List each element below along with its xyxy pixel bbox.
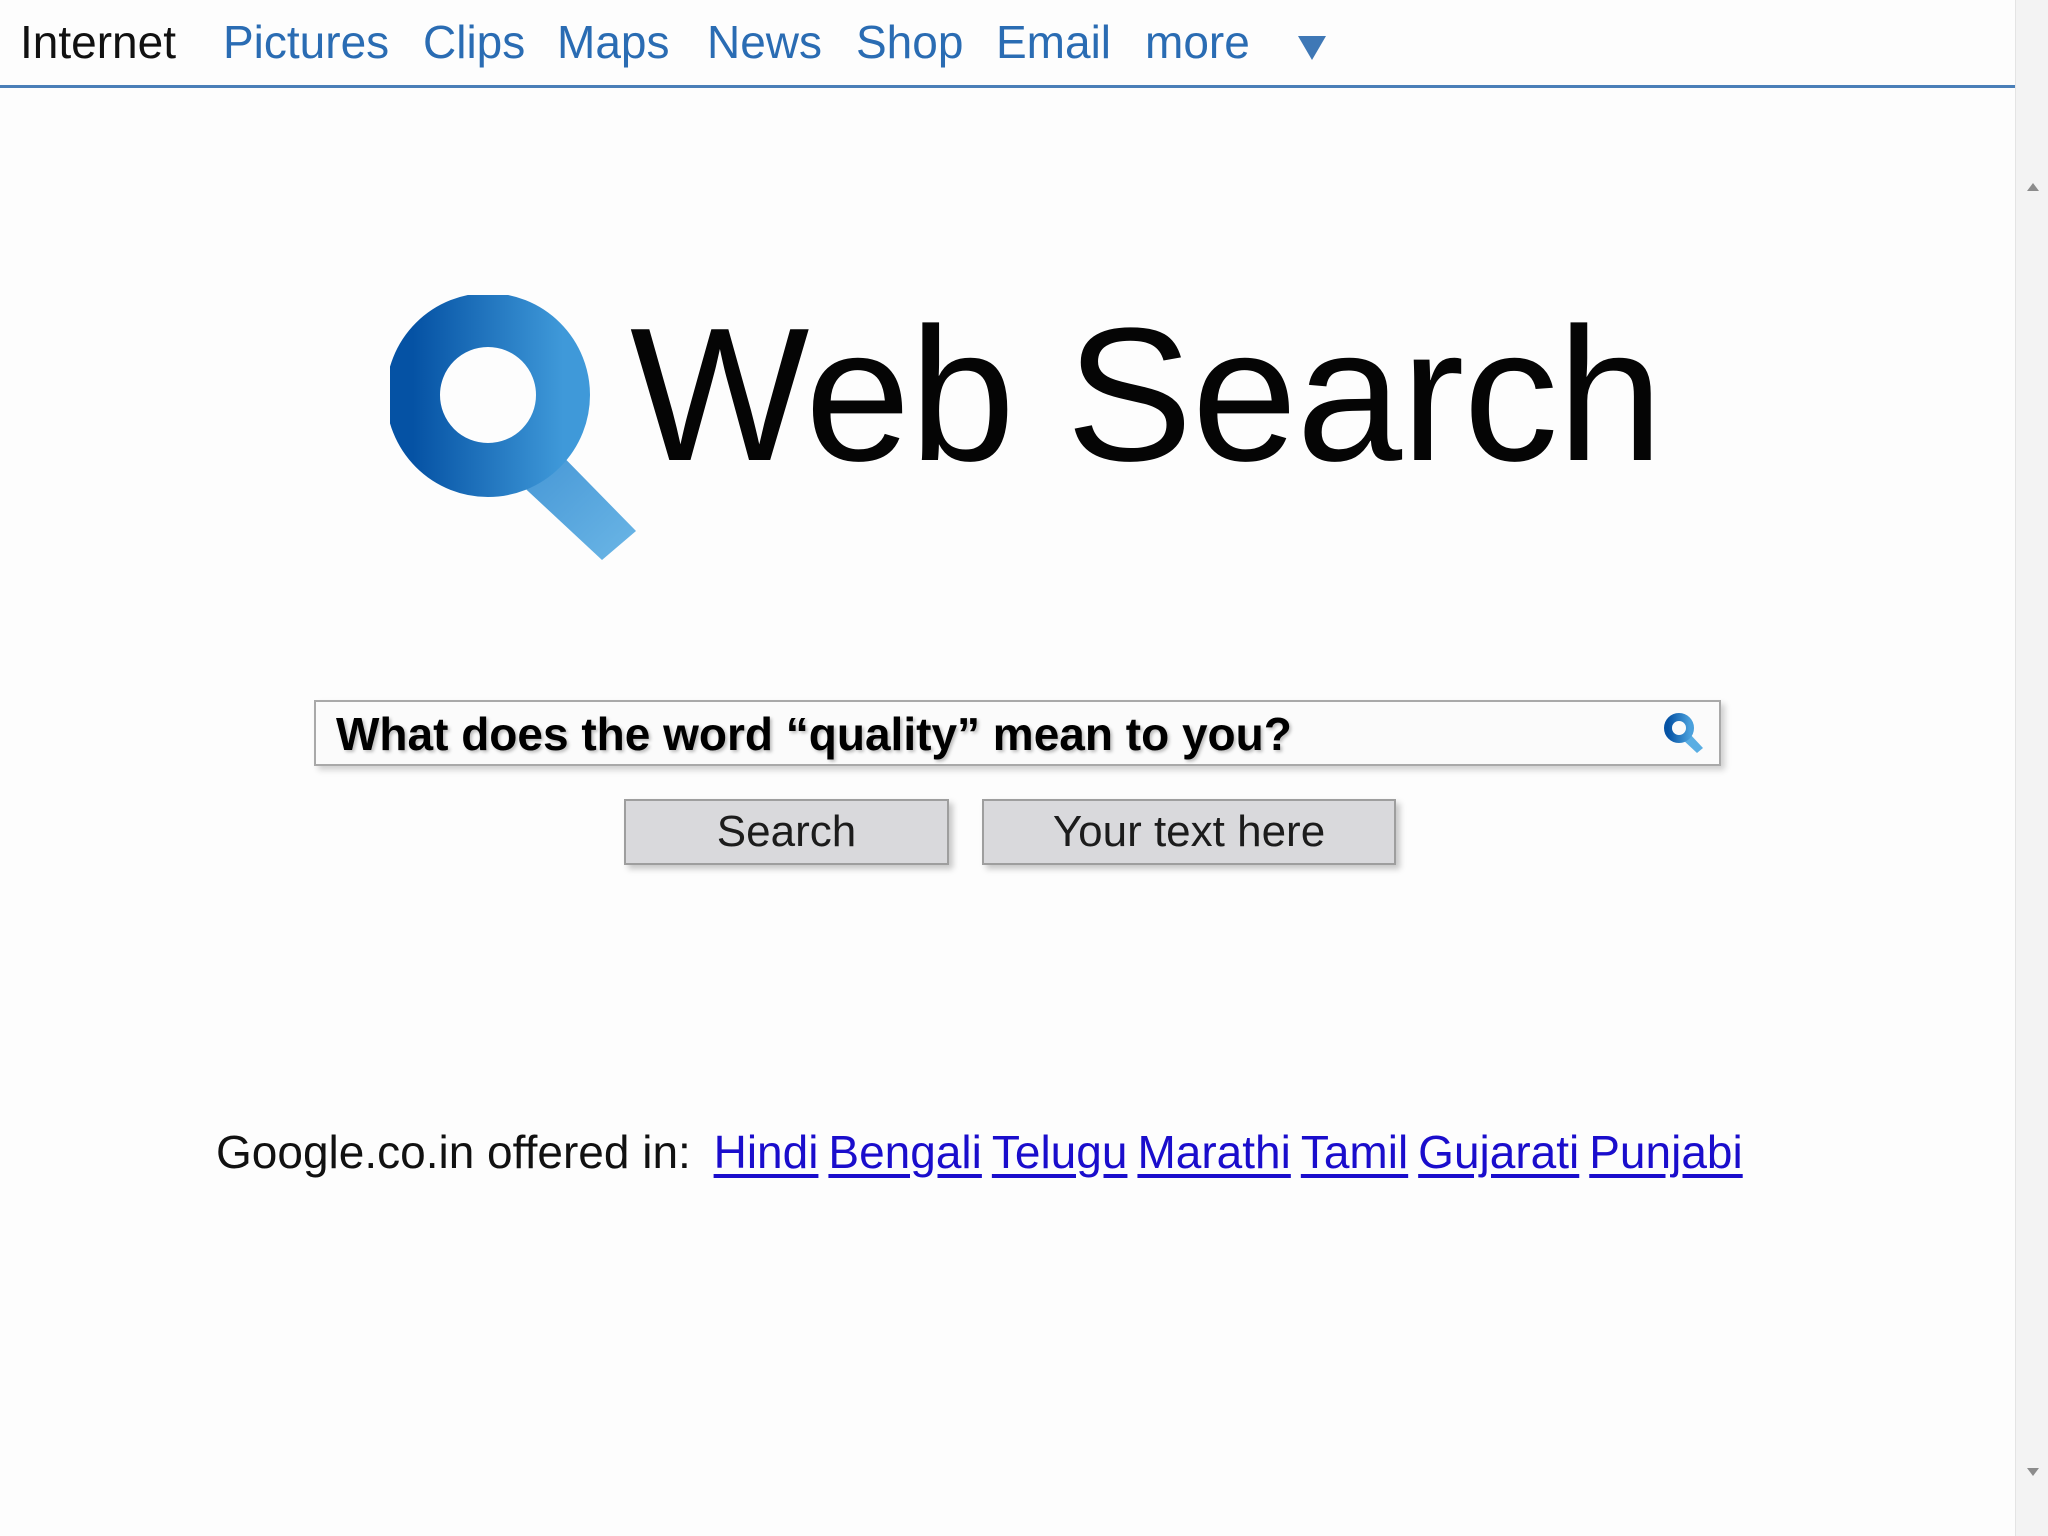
magnifier-icon: [390, 295, 636, 560]
nav-tab-maps[interactable]: Maps: [557, 10, 669, 74]
language-link-tamil[interactable]: Tamil: [1301, 1126, 1408, 1178]
search-query-text[interactable]: What does the word “quality” mean to you…: [336, 708, 1292, 760]
triangle-down-icon[interactable]: [1298, 36, 1326, 60]
logo-wordmark: Web Search: [630, 289, 1663, 501]
nav-tab-pictures[interactable]: Pictures: [223, 10, 389, 74]
top-navigation-bar: Internet Pictures Clips Maps News Shop E…: [0, 0, 2015, 88]
language-link-punjabi[interactable]: Punjabi: [1589, 1126, 1742, 1178]
language-offer-line: Google.co.in offered in: Hindi Bengali Tel…: [216, 1120, 1743, 1184]
language-link-bengali[interactable]: Bengali: [828, 1126, 981, 1178]
language-link-marathi[interactable]: Marathi: [1137, 1126, 1290, 1178]
language-offer-prefix: Google.co.in offered in:: [216, 1126, 691, 1178]
language-link-hindi[interactable]: Hindi: [714, 1126, 819, 1178]
nav-tab-email[interactable]: Email: [996, 10, 1111, 74]
nav-tab-shop[interactable]: Shop: [856, 10, 963, 74]
language-link-telugu[interactable]: Telugu: [992, 1126, 1128, 1178]
scroll-down-arrow-icon[interactable]: [2027, 1468, 2039, 1476]
search-homepage: Internet Pictures Clips Maps News Shop E…: [0, 0, 2048, 1536]
search-icon[interactable]: [1661, 710, 1707, 756]
nav-tab-clips[interactable]: Clips: [423, 10, 525, 74]
nav-tab-internet[interactable]: Internet: [20, 10, 176, 74]
search-button[interactable]: Search: [624, 799, 949, 865]
nav-tab-news[interactable]: News: [707, 10, 822, 74]
language-link-gujarati[interactable]: Gujarati: [1418, 1126, 1579, 1178]
search-input[interactable]: What does the word “quality” mean to you…: [314, 700, 1721, 766]
custom-text-button[interactable]: Your text here: [982, 799, 1396, 865]
scroll-up-arrow-icon[interactable]: [2027, 183, 2039, 191]
nav-tab-more[interactable]: more: [1145, 10, 1250, 74]
vertical-scrollbar[interactable]: [2015, 0, 2048, 1536]
